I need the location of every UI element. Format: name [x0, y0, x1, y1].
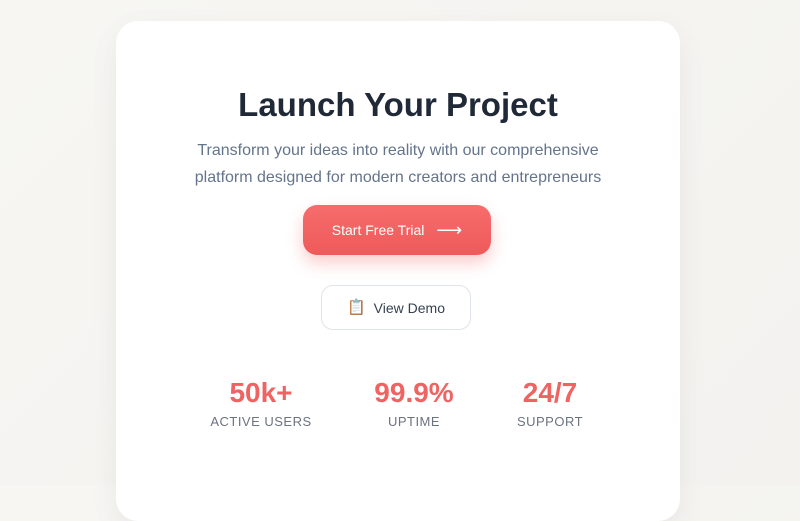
stats-row: 50k+ ACTIVE USERS 99.9% UPTIME 24/7 SUPP… [116, 377, 680, 437]
clipboard-icon: 📋 [346, 299, 366, 316]
stat-label: SUPPORT [516, 414, 584, 429]
stat-value: 99.9% [374, 377, 454, 408]
hero-subtitle: Transform your ideas into reality with o… [156, 137, 640, 191]
stat-label: ACTIVE USERS [210, 414, 312, 429]
stat-active-users: 50k+ ACTIVE USERS [191, 377, 331, 429]
arrow-right-icon: ⟶ [436, 220, 463, 240]
stat-value: 24/7 [522, 377, 578, 408]
page-title: Launch Your Project [238, 86, 558, 123]
subtitle-line-1: Transform your ideas into reality with o… [197, 142, 599, 159]
stat-label: UPTIME [387, 414, 441, 429]
subtitle-line-2: platform designed for modern creators an… [194, 169, 602, 186]
start-free-trial-button[interactable]: Start Free Trial ⟶ [303, 205, 491, 255]
view-demo-button[interactable]: 📋 View Demo [321, 285, 471, 330]
stat-support: 24/7 SUPPORT [480, 377, 620, 429]
hero-card: Launch Your Project Transform your ideas… [116, 21, 680, 521]
stat-value: 50k+ [229, 377, 293, 408]
view-demo-label: View Demo [373, 299, 445, 316]
start-free-trial-label: Start Free Trial [331, 222, 425, 238]
stat-uptime: 99.9% UPTIME [344, 377, 484, 429]
